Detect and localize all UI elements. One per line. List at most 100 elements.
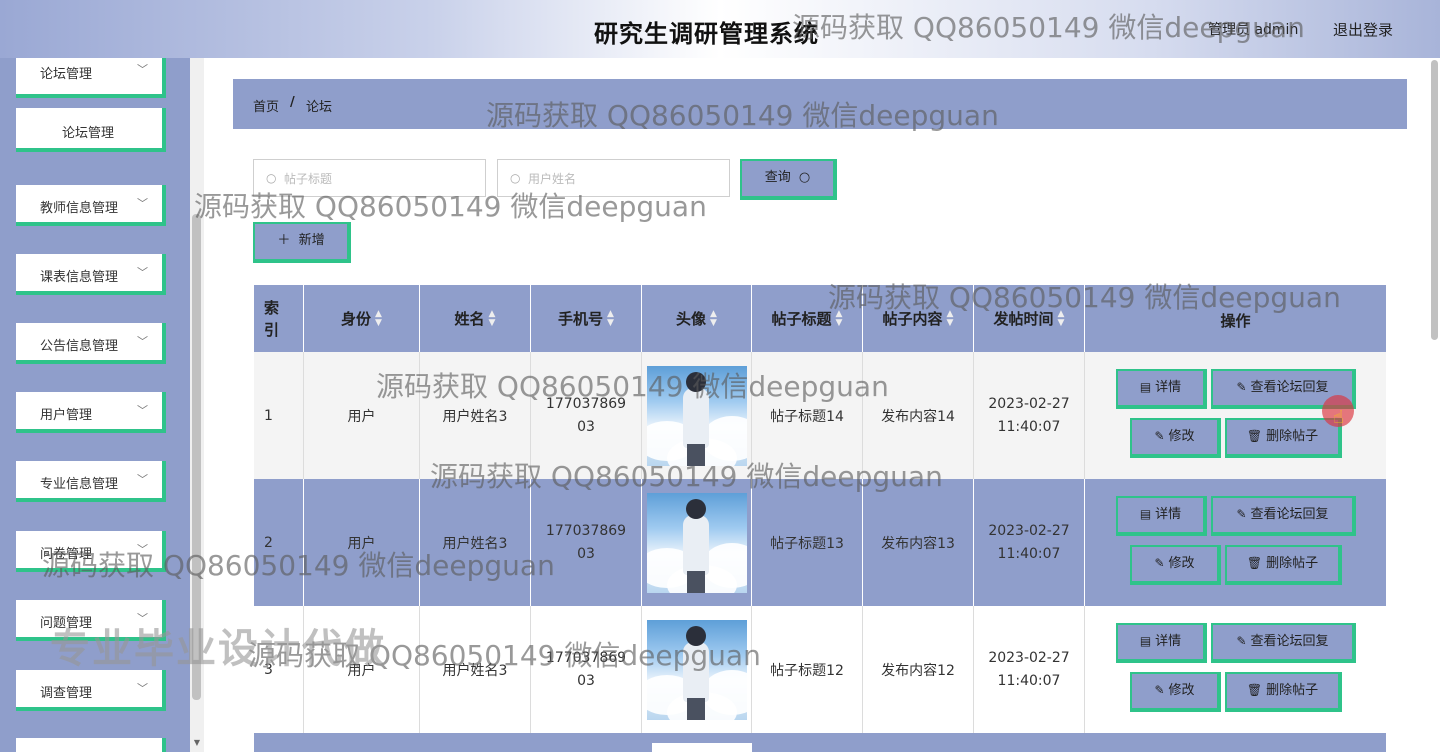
cell-index: 3 <box>254 606 304 733</box>
sidebar-item-questionnaire[interactable]: 问卷管理 ﹀ <box>16 531 166 572</box>
cell-post-content: 发布内容14 <box>863 352 974 479</box>
cell-post-content: 发布内容13 <box>863 479 974 606</box>
cell-index: 1 <box>254 352 304 479</box>
cell-name: 用户姓名3 <box>420 479 531 606</box>
edit-icon: ✎ <box>1154 429 1165 443</box>
sidebar-item-teacher[interactable]: 教师信息管理 ﹀ <box>16 185 166 226</box>
trash-icon: 🗑 <box>1246 556 1263 570</box>
table-row: 1 用户 用户姓名3 177037869 03 帖子标题14 发布内容14 202… <box>254 352 1386 479</box>
sort-icon[interactable]: ▲ ▼ <box>947 309 954 328</box>
cell-index: 2 <box>254 479 304 606</box>
sort-icon[interactable]: ▲ ▼ <box>1058 309 1065 328</box>
add-button[interactable]: ＋ 新增 <box>253 222 351 263</box>
cell-name: 用户姓名3 <box>420 606 531 733</box>
app-title: 研究生调研管理系统 <box>594 20 819 48</box>
sidebar-item-label: 调查管理 <box>40 686 93 701</box>
th-phone[interactable]: 手机号 ▲ ▼ <box>531 285 642 352</box>
plus-icon: ＋ <box>277 233 291 248</box>
th-post-title[interactable]: 帖子标题 ▲ ▼ <box>752 285 863 352</box>
query-button[interactable]: 查询 ○ <box>740 159 837 200</box>
delete-post-button[interactable]: 🗑 删除帖子 <box>1225 672 1342 712</box>
th-post-time[interactable]: 发帖时间 ▲ ▼ <box>974 285 1085 352</box>
delete-post-button[interactable]: 🗑 删除帖子 <box>1225 418 1342 458</box>
avatar[interactable] <box>646 365 747 466</box>
cell-post-time: 2023-02-27 11:40:07 <box>974 606 1085 733</box>
sidebar-scrollbar-thumb[interactable] <box>192 214 201 700</box>
cell-role: 用户 <box>304 352 420 479</box>
table-header: 索引 身份 ▲ ▼ 姓名 ▲ ▼ 手机号 ▲ ▼ 头像 ▲ ▼ 帖子标题 ▲ ▼ 帖子内容 ▲ ▼ 发帖… <box>254 285 1386 352</box>
sort-icon[interactable]: ▲ ▼ <box>836 309 843 328</box>
logout-link[interactable]: 退出登录 <box>1333 19 1393 40</box>
cell-name: 用户姓名3 <box>420 352 531 479</box>
user-name-search[interactable]: ○ <box>497 159 730 197</box>
user-name-input[interactable] <box>528 169 718 189</box>
top-header: 研究生调研管理系统 管理员 admin 退出登录 <box>0 0 1440 58</box>
cell-avatar <box>642 352 752 479</box>
th-name[interactable]: 姓名 ▲ ▼ <box>420 285 531 352</box>
search-icon: ○ <box>798 170 811 185</box>
sidebar-item-label: 公告信息管理 <box>40 339 119 354</box>
post-title-search[interactable]: ○ <box>253 159 486 197</box>
sidebar-item-label: 教师信息管理 <box>40 201 119 216</box>
sidebar-item-forum[interactable]: 论坛管理 ﹀ <box>16 58 166 98</box>
search-icon: ○ <box>266 171 277 185</box>
sidebar-item-users[interactable]: 用户管理 ﹀ <box>16 392 166 433</box>
breadcrumb: 首页 / 论坛 <box>233 79 1407 129</box>
th-index[interactable]: 索引 <box>254 285 304 352</box>
chevron-down-icon: ﹀ <box>137 63 148 76</box>
page-scrollbar-thumb[interactable] <box>1431 60 1438 340</box>
document-icon: ▤ <box>1139 380 1152 394</box>
chevron-down-icon: ﹀ <box>137 197 148 210</box>
edit-button[interactable]: ✎ 修改 <box>1130 545 1221 585</box>
cell-post-title: 帖子标题14 <box>752 352 863 479</box>
sidebar-subitem-forum[interactable]: 论坛管理 <box>16 108 166 152</box>
scroll-down-arrow-icon[interactable]: ▼ <box>190 738 204 747</box>
avatar <box>652 743 752 752</box>
breadcrumb-separator: / <box>290 95 295 110</box>
avatar[interactable] <box>646 619 747 720</box>
detail-button[interactable]: ▤ 详情 <box>1116 369 1207 409</box>
th-actions: 操作 <box>1220 312 1251 330</box>
sidebar-item-schedule[interactable]: 课表信息管理 ﹀ <box>16 254 166 295</box>
th-post-content[interactable]: 帖子内容 ▲ ▼ <box>863 285 974 352</box>
chevron-down-icon: ﹀ <box>137 612 148 625</box>
edit-button[interactable]: ✎ 修改 <box>1130 672 1221 712</box>
sidebar-item-label: 用户管理 <box>40 408 93 423</box>
view-reply-button[interactable]: ✎ 查看论坛回复 <box>1211 496 1356 536</box>
view-reply-button[interactable]: ✎ 查看论坛回复 <box>1211 369 1356 409</box>
sidebar-item-survey[interactable]: 调查管理 ﹀ <box>16 670 166 711</box>
sort-icon[interactable]: ▲ ▼ <box>710 309 717 328</box>
sort-icon[interactable]: ▲ ▼ <box>607 309 614 328</box>
sidebar-item-major[interactable]: 专业信息管理 ﹀ <box>16 461 166 502</box>
detail-button[interactable]: ▤ 详情 <box>1116 623 1207 663</box>
trash-icon: 🗑 <box>1246 683 1263 697</box>
sidebar-item-notice[interactable]: 公告信息管理 ﹀ <box>16 323 166 364</box>
document-icon: ▤ <box>1139 634 1152 648</box>
sidebar-item-label: 论坛管理 <box>40 67 93 82</box>
search-icon: ○ <box>510 171 521 185</box>
chevron-down-icon: ﹀ <box>137 473 148 486</box>
view-reply-button[interactable]: ✎ 查看论坛回复 <box>1211 623 1356 663</box>
cell-avatar <box>642 479 752 606</box>
document-icon: ▤ <box>1139 507 1152 521</box>
edit-button[interactable]: ✎ 修改 <box>1130 418 1221 458</box>
add-button-label: 新增 <box>298 233 325 248</box>
sort-icon[interactable]: ▲ ▼ <box>375 309 382 328</box>
sidebar-item-more[interactable] <box>16 738 166 752</box>
avatar[interactable] <box>646 492 747 593</box>
cell-phone: 177037869 03 <box>531 479 642 606</box>
delete-post-button[interactable]: 🗑 删除帖子 <box>1225 545 1342 585</box>
breadcrumb-current: 论坛 <box>306 100 333 115</box>
th-avatar[interactable]: 头像 ▲ ▼ <box>642 285 752 352</box>
breadcrumb-home[interactable]: 首页 <box>253 96 279 115</box>
sidebar-item-question[interactable]: 问题管理 ﹀ <box>16 600 166 641</box>
post-title-input[interactable] <box>284 169 474 189</box>
trash-icon: 🗑 <box>1246 429 1263 443</box>
th-role[interactable]: 身份 ▲ ▼ <box>304 285 420 352</box>
detail-button[interactable]: ▤ 详情 <box>1116 496 1207 536</box>
sort-icon[interactable]: ▲ ▼ <box>489 309 496 328</box>
query-button-label: 查询 <box>764 170 791 185</box>
cell-post-title: 帖子标题12 <box>752 606 863 733</box>
sidebar-item-label: 问题管理 <box>40 616 93 631</box>
sidebar-item-label: 专业信息管理 <box>40 477 119 492</box>
